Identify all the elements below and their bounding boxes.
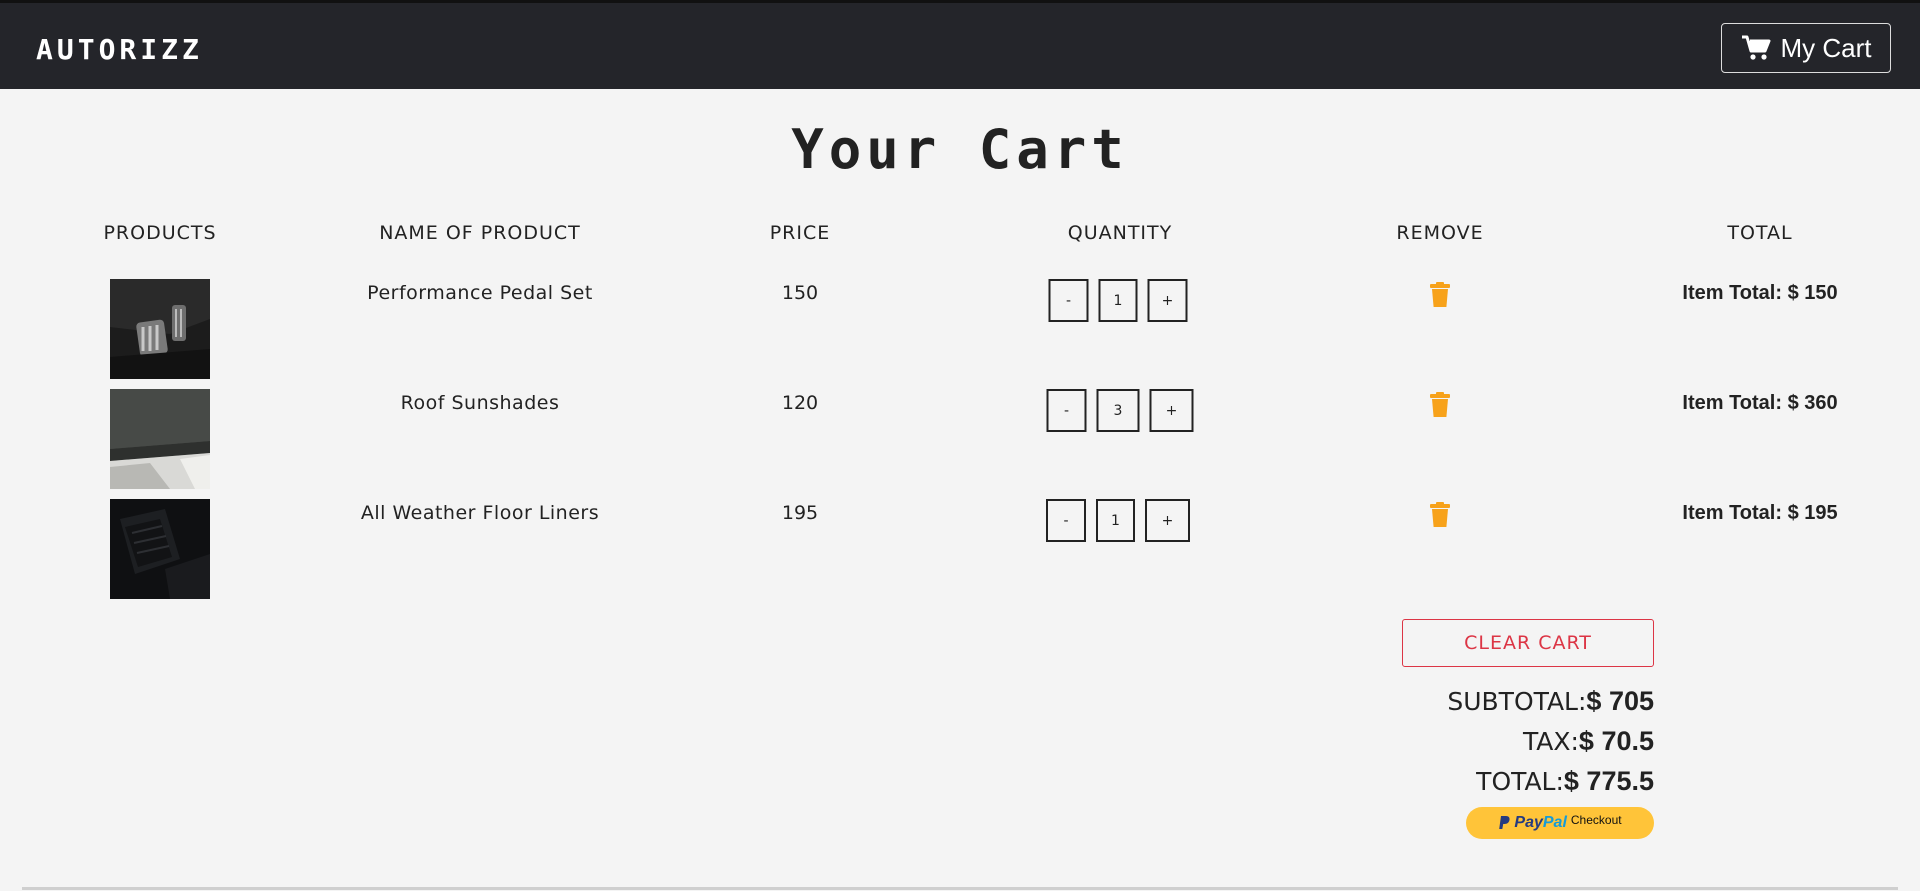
- product-image-pedal-set[interactable]: [110, 279, 210, 379]
- shopping-cart-icon: [1741, 35, 1770, 60]
- subtotal: SUBTOTAL:$ 705: [1447, 686, 1654, 717]
- trash-icon[interactable]: [1429, 502, 1451, 528]
- decrease-quantity-button[interactable]: -: [1048, 279, 1089, 322]
- increase-quantity-button[interactable]: +: [1149, 389, 1194, 432]
- quantity-stepper: - 1 +: [1046, 499, 1190, 542]
- quantity-stepper: - 3 +: [1046, 389, 1194, 432]
- increase-quantity-button[interactable]: +: [1145, 499, 1190, 542]
- quantity-value: 1: [1096, 499, 1135, 542]
- my-cart-button[interactable]: My Cart: [1721, 23, 1891, 73]
- item-total: Item Total: $ 360: [1682, 392, 1838, 414]
- clear-cart-button[interactable]: CLEAR CART: [1402, 619, 1654, 667]
- trash-icon[interactable]: [1429, 282, 1451, 308]
- quantity-stepper: - 1 +: [1048, 279, 1188, 322]
- page-title: Your Cart: [791, 118, 1129, 181]
- column-header-price: PRICE: [769, 222, 831, 244]
- decrease-quantity-button[interactable]: -: [1046, 499, 1086, 542]
- increase-quantity-button[interactable]: +: [1147, 279, 1188, 322]
- column-header-products: PRODUCTS: [103, 222, 217, 244]
- paypal-checkout-button[interactable]: PayPal Checkout: [1466, 807, 1654, 839]
- column-header-total: TOTAL: [1727, 222, 1793, 244]
- quantity-value: 1: [1098, 279, 1138, 322]
- paypal-logo-pal: Pal: [1542, 814, 1567, 831]
- my-cart-label: My Cart: [1780, 32, 1872, 63]
- product-name: Roof Sunshades: [400, 392, 560, 414]
- tax-value: $ 70.5: [1578, 726, 1654, 756]
- grand-total: TOTAL:$ 775.5: [1476, 766, 1654, 797]
- product-price: 120: [781, 392, 819, 414]
- product-price: 150: [781, 282, 819, 304]
- column-header-quantity: QUANTITY: [1067, 222, 1173, 244]
- decrease-quantity-button[interactable]: -: [1046, 389, 1087, 432]
- column-header-name: NAME OF PRODUCT: [379, 222, 581, 244]
- item-total: Item Total: $ 195: [1682, 502, 1838, 524]
- total-value: $ 775.5: [1563, 766, 1654, 796]
- tax-label: TAX:: [1522, 727, 1579, 756]
- footer-divider: [22, 887, 1898, 890]
- paypal-logo-pay: Pay: [1514, 814, 1543, 831]
- navbar: AUTORIZZ My Cart: [0, 0, 1920, 89]
- total-label: TOTAL:: [1476, 767, 1564, 796]
- product-image-roof-sunshades[interactable]: [110, 389, 210, 489]
- subtotal-value: $ 705: [1586, 686, 1654, 716]
- product-image-floor-liners[interactable]: [110, 499, 210, 599]
- paypal-logo: PayPal: [1514, 814, 1566, 832]
- item-total: Item Total: $ 150: [1682, 282, 1838, 304]
- trash-icon[interactable]: [1429, 392, 1451, 418]
- tax: TAX:$ 70.5: [1523, 726, 1654, 757]
- column-header-remove: REMOVE: [1396, 222, 1484, 244]
- quantity-value: 3: [1096, 389, 1140, 432]
- paypal-checkout-label: Checkout: [1570, 813, 1622, 827]
- product-name: Performance Pedal Set: [367, 282, 593, 304]
- brand-logo[interactable]: AUTORIZZ: [36, 33, 203, 66]
- paypal-p-icon: [1499, 816, 1510, 829]
- subtotal-label: SUBTOTAL:: [1447, 687, 1587, 716]
- product-price: 195: [781, 502, 819, 524]
- product-name: All Weather Floor Liners: [360, 502, 600, 524]
